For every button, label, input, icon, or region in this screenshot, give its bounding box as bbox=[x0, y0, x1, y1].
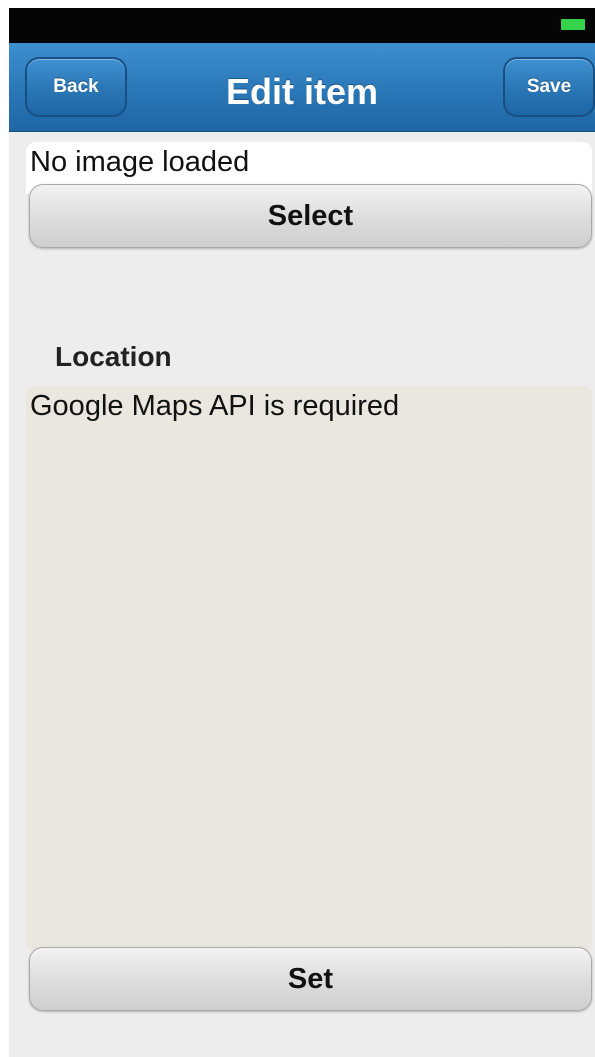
map-area[interactable]: Google Maps API is required bbox=[26, 386, 592, 951]
location-label: Location bbox=[55, 341, 172, 372]
save-button[interactable]: Save bbox=[503, 57, 595, 117]
select-image-button[interactable]: Select bbox=[29, 184, 592, 248]
battery-icon bbox=[561, 19, 585, 30]
set-location-button[interactable]: Set bbox=[29, 947, 592, 1011]
map-message: Google Maps API is required bbox=[30, 390, 400, 422]
app-screen: Back Edit item Save No image loaded Sele… bbox=[9, 8, 595, 1057]
status-bar bbox=[9, 8, 595, 43]
navigation-bar: Back Edit item Save bbox=[9, 43, 595, 132]
